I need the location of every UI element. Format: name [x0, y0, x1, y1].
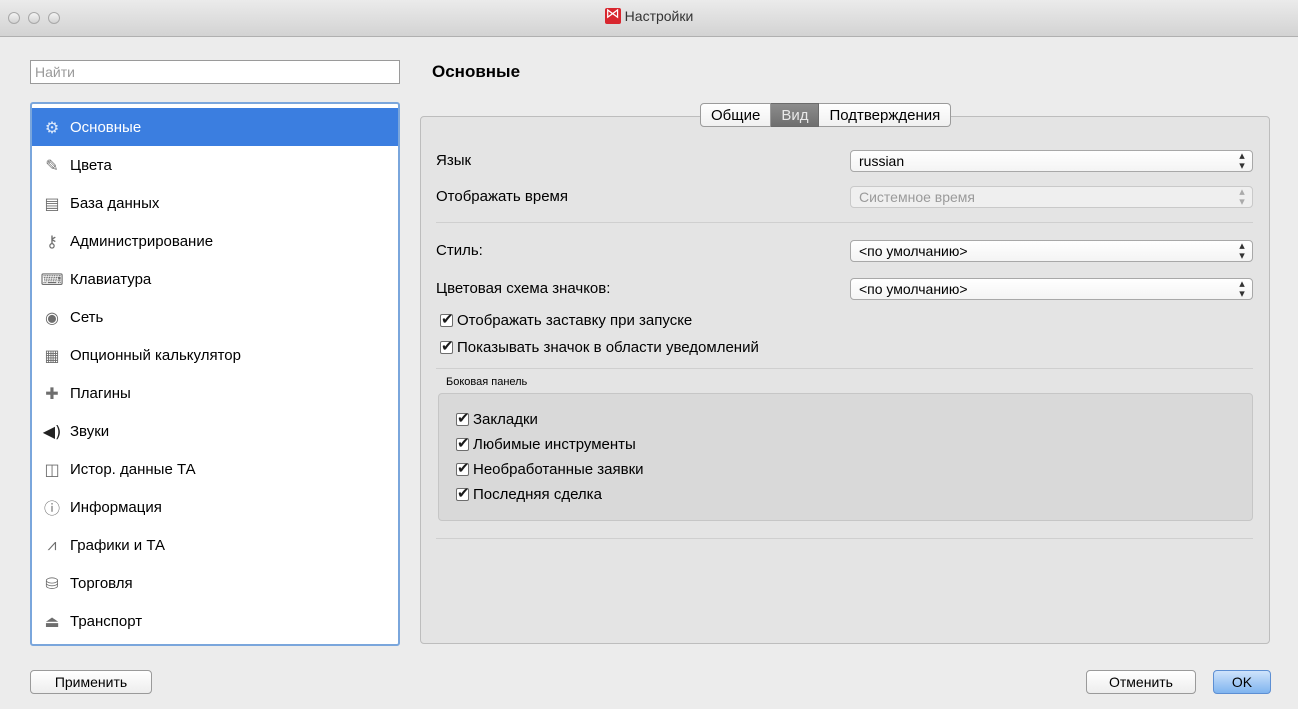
sidebar-item-label: Торговля: [70, 574, 133, 592]
title-bar: Настройки: [0, 0, 1298, 37]
sidebar-item-label: Основные: [70, 118, 142, 136]
ok-button[interactable]: OK: [1213, 670, 1271, 694]
checkbox-label: Закладки: [473, 411, 538, 428]
database-icon: ▤: [44, 193, 60, 213]
cancel-button[interactable]: Отменить: [1086, 670, 1196, 694]
sidebar-item-keyboard[interactable]: ⌨ Клавиатура: [32, 260, 398, 298]
transport-icon: ⏏: [44, 611, 60, 631]
sidebar-item-label: Цвета: [70, 156, 112, 174]
favorite-instruments-checkbox[interactable]: Любимые инструменты: [456, 434, 636, 453]
sidebar-item-option-calculator[interactable]: ▦ Опционный калькулятор: [32, 336, 398, 374]
sidebar-item-label: Клавиатура: [70, 270, 152, 288]
window-title: Настройки: [624, 8, 694, 24]
window-title-area: Настройки: [0, 6, 1298, 24]
network-icon: ◉: [45, 307, 59, 327]
updown-arrows-icon: ▴ ▾: [1239, 149, 1245, 172]
divider: [436, 538, 1253, 539]
language-label: Язык: [436, 152, 472, 169]
style-value: <по умолчанию>: [859, 243, 968, 259]
sidebar-item-label: Графики и ТА: [70, 536, 166, 554]
sidebar-item-label: База данных: [70, 194, 160, 212]
checkbox-checked-icon: [440, 310, 454, 328]
sidebar: ⚙ Основные ✎ Цвета ▤ База данных ⚷ Админ…: [30, 102, 400, 646]
sidebar-item-administration[interactable]: ⚷ Администрирование: [32, 222, 398, 260]
info-icon: ⓘ: [43, 499, 60, 518]
coins-icon: ⛁: [45, 573, 59, 593]
sidebar-item-label: Транспорт: [70, 612, 143, 630]
app-logo-icon: [604, 6, 621, 24]
bookmarks-checkbox[interactable]: Закладки: [456, 409, 538, 428]
speaker-icon: ◀): [42, 421, 62, 441]
sidebar-item-transport[interactable]: ⏏ Транспорт: [32, 602, 398, 640]
group-title: Боковая панель: [446, 376, 528, 388]
checkbox-checked-icon: [456, 484, 470, 502]
checkbox-label: Показывать значок в области уведомлений: [457, 339, 759, 356]
key-icon: ⚷: [46, 231, 58, 251]
language-value: russian: [859, 153, 905, 169]
checkbox-label: Отображать заставку при запуске: [457, 312, 693, 329]
sidebar-item-general[interactable]: ⚙ Основные: [32, 108, 398, 146]
search-input[interactable]: [30, 60, 400, 84]
icon-scheme-label: Цветовая схема значков:: [436, 280, 611, 297]
sidebar-item-database[interactable]: ▤ База данных: [32, 184, 398, 222]
sidebar-item-label: Опционный калькулятор: [70, 346, 241, 364]
tab-bar: Общие Вид Подтверждения: [700, 103, 952, 127]
tab-general[interactable]: Общие: [700, 103, 772, 127]
last-trade-checkbox[interactable]: Последняя сделка: [456, 484, 602, 503]
show-splash-checkbox[interactable]: Отображать заставку при запуске: [440, 310, 693, 329]
chart-icon: ⩘: [47, 535, 57, 554]
tab-view[interactable]: Вид: [771, 103, 820, 127]
checkbox-checked-icon: [440, 337, 454, 355]
checkbox-label: Последняя сделка: [473, 486, 602, 503]
sidebar-item-label: Плагины: [70, 384, 131, 402]
show-tray-icon-checkbox[interactable]: Показывать значок в области уведомлений: [440, 337, 759, 356]
tab-confirmations[interactable]: Подтверждения: [819, 103, 952, 127]
pending-orders-checkbox[interactable]: Необработанные заявки: [456, 459, 644, 478]
sidebar-item-sounds[interactable]: ◀) Звуки: [32, 412, 398, 450]
apply-button[interactable]: Применить: [30, 670, 152, 694]
updown-arrows-icon: ▴ ▾: [1239, 277, 1245, 300]
sidebar-item-label: Сеть: [70, 308, 104, 326]
style-label: Стиль:: [436, 242, 483, 259]
updown-arrows-icon: ▴ ▾: [1239, 185, 1245, 208]
brush-icon: ✎: [45, 155, 59, 175]
checkbox-label: Любимые инструменты: [473, 436, 636, 453]
page-title: Основные: [432, 62, 521, 81]
sidebar-item-colors[interactable]: ✎ Цвета: [32, 146, 398, 184]
sidebar-item-history-data[interactable]: ◫ Истор. данные ТА: [32, 450, 398, 488]
language-select[interactable]: russian ▴ ▾: [850, 150, 1253, 172]
checkbox-label: Необработанные заявки: [473, 461, 644, 478]
sidebar-item-label: Информация: [70, 498, 162, 516]
keyboard-icon: ⌨: [40, 269, 64, 289]
time-value: Системное время: [859, 189, 976, 205]
checkbox-checked-icon: [456, 459, 470, 477]
sidebar-item-information[interactable]: ⓘ Информация: [32, 488, 398, 526]
sidebar-item-plugins[interactable]: ✚ Плагины: [32, 374, 398, 412]
gear-icon: ⚙: [44, 117, 60, 137]
history-chart-icon: ◫: [44, 459, 60, 479]
time-select[interactable]: Системное время ▴ ▾: [850, 186, 1253, 208]
checkbox-checked-icon: [456, 409, 470, 427]
checkbox-checked-icon: [456, 434, 470, 452]
divider: [436, 368, 1253, 369]
sidebar-item-label: Истор. данные ТА: [70, 460, 196, 478]
icon-scheme-value: <по умолчанию>: [859, 281, 968, 297]
calculator-icon: ▦: [44, 345, 60, 365]
time-label: Отображать время: [436, 188, 568, 205]
icon-scheme-select[interactable]: <по умолчанию> ▴ ▾: [850, 278, 1253, 300]
sidebar-item-trading[interactable]: ⛁ Торговля: [32, 564, 398, 602]
updown-arrows-icon: ▴ ▾: [1239, 239, 1245, 262]
style-select[interactable]: <по умолчанию> ▴ ▾: [850, 240, 1253, 262]
sidebar-item-charts[interactable]: ⩘ Графики и ТА: [32, 526, 398, 564]
sidebar-item-label: Администрирование: [70, 232, 214, 250]
puzzle-icon: ✚: [45, 383, 59, 403]
divider: [436, 222, 1253, 223]
sidebar-item-label: Звуки: [70, 422, 110, 440]
sidebar-item-network[interactable]: ◉ Сеть: [32, 298, 398, 336]
